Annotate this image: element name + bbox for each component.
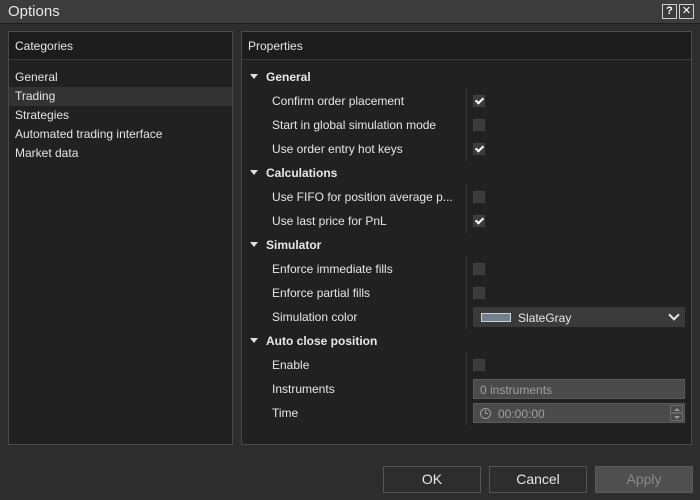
spin-up-icon[interactable]	[670, 405, 683, 413]
property-row-confirm-order-placement: Confirm order placement	[242, 89, 691, 113]
property-grid: General Confirm order placement Start in…	[242, 65, 691, 425]
category-item-automated-trading-interface[interactable]: Automated trading interface	[9, 125, 232, 144]
column-divider	[466, 377, 467, 401]
confirm-order-placement-checkbox[interactable]	[473, 95, 485, 107]
property-label: Use order entry hot keys	[272, 142, 403, 156]
column-divider	[466, 113, 467, 137]
property-row-hot-keys: Use order entry hot keys	[242, 137, 691, 161]
last-price-pnl-checkbox[interactable]	[473, 215, 485, 227]
column-divider	[466, 281, 467, 305]
column-divider	[466, 257, 467, 281]
hot-keys-checkbox[interactable]	[473, 143, 485, 155]
property-row-global-simulation: Start in global simulation mode	[242, 113, 691, 137]
group-label: General	[266, 70, 311, 84]
spin-down-icon[interactable]	[670, 413, 683, 421]
properties-panel: Properties General Confirm order placeme…	[241, 31, 692, 445]
apply-button[interactable]: Apply	[595, 466, 693, 493]
property-label: Time	[272, 406, 299, 420]
column-divider	[466, 353, 467, 377]
categories-header-label: Categories	[15, 39, 74, 53]
simulation-color-dropdown[interactable]: SlateGray	[473, 307, 685, 327]
property-label: Use last price for PnL	[272, 214, 387, 228]
color-swatch	[481, 313, 511, 322]
property-label: Enforce partial fills	[272, 286, 371, 300]
title-bar: Options ? ✕	[0, 0, 700, 24]
global-simulation-checkbox[interactable]	[473, 119, 485, 131]
group-label: Auto close position	[266, 334, 378, 348]
column-divider	[466, 89, 467, 113]
collapse-caret-icon[interactable]	[250, 338, 258, 343]
column-divider	[466, 305, 467, 329]
property-row-fifo: Use FIFO for position average p...	[242, 185, 691, 209]
category-item-market-data[interactable]: Market data	[9, 144, 232, 163]
category-item-strategies[interactable]: Strategies	[9, 106, 232, 125]
time-field[interactable]: 00:00:00	[473, 403, 685, 423]
simulation-color-value: SlateGray	[518, 311, 572, 325]
property-row-immediate-fills: Enforce immediate fills	[242, 257, 691, 281]
group-auto-close-position[interactable]: Auto close position	[242, 329, 691, 353]
group-simulator[interactable]: Simulator	[242, 233, 691, 257]
enable-checkbox[interactable]	[473, 359, 485, 371]
help-icon[interactable]: ?	[662, 4, 677, 19]
column-divider	[466, 137, 467, 161]
property-label: Instruments	[272, 382, 335, 396]
column-divider	[466, 185, 467, 209]
column-divider	[466, 401, 467, 425]
close-icon[interactable]: ✕	[679, 4, 694, 19]
column-divider	[466, 209, 467, 233]
instruments-field[interactable]: 0 instruments	[473, 379, 685, 399]
property-row-simulation-color: Simulation color SlateGray	[242, 305, 691, 329]
collapse-caret-icon[interactable]	[250, 74, 258, 79]
category-item-trading[interactable]: Trading	[9, 87, 232, 106]
property-label: Use FIFO for position average p...	[272, 190, 453, 204]
group-general[interactable]: General	[242, 65, 691, 89]
property-label: Start in global simulation mode	[272, 118, 437, 132]
properties-header: Properties	[242, 32, 691, 60]
property-row-instruments: Instruments 0 instruments	[242, 377, 691, 401]
properties-header-label: Properties	[248, 39, 303, 53]
time-value: 00:00:00	[498, 407, 545, 421]
category-list: General Trading Strategies Automated tra…	[9, 68, 232, 163]
collapse-caret-icon[interactable]	[250, 170, 258, 175]
categories-header: Categories	[9, 32, 232, 60]
clock-icon	[480, 408, 491, 419]
ok-button[interactable]: OK	[383, 466, 481, 493]
partial-fills-checkbox[interactable]	[473, 287, 485, 299]
cancel-button[interactable]: Cancel	[489, 466, 587, 493]
property-row-time: Time 00:00:00	[242, 401, 691, 425]
chevron-down-icon[interactable]	[668, 309, 680, 321]
property-row-enable: Enable	[242, 353, 691, 377]
property-row-partial-fills: Enforce partial fills	[242, 281, 691, 305]
collapse-caret-icon[interactable]	[250, 242, 258, 247]
fifo-checkbox[interactable]	[473, 191, 485, 203]
instruments-value: 0 instruments	[480, 383, 553, 397]
group-calculations[interactable]: Calculations	[242, 161, 691, 185]
immediate-fills-checkbox[interactable]	[473, 263, 485, 275]
property-label: Enforce immediate fills	[272, 262, 393, 276]
property-label: Enable	[272, 358, 310, 372]
property-row-last-price-pnl: Use last price for PnL	[242, 209, 691, 233]
category-item-general[interactable]: General	[9, 68, 232, 87]
group-label: Calculations	[266, 166, 338, 180]
window-title: Options	[8, 3, 60, 20]
categories-panel: Categories General Trading Strategies Au…	[8, 31, 233, 445]
property-label: Simulation color	[272, 310, 358, 324]
group-label: Simulator	[266, 238, 322, 252]
property-label: Confirm order placement	[272, 94, 405, 108]
